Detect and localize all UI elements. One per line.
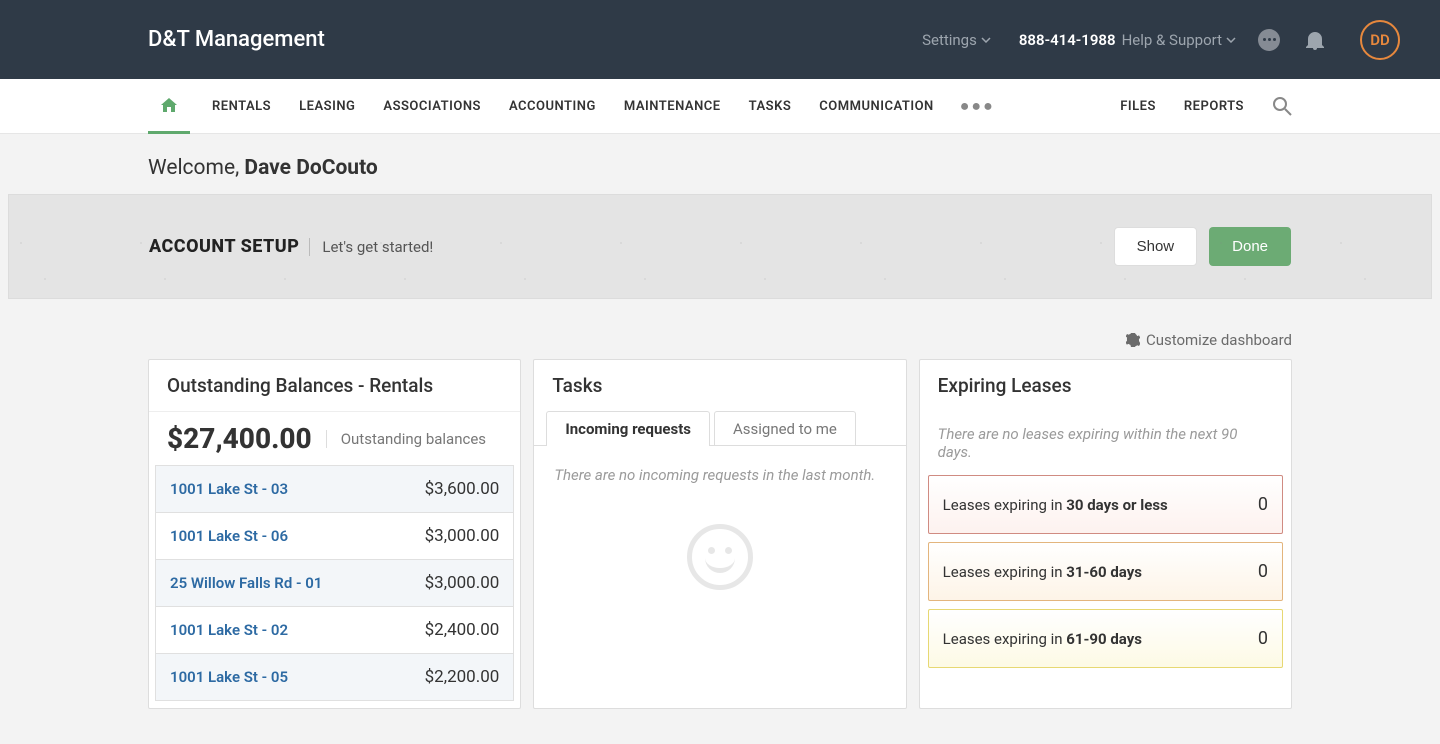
- outstanding-total: $27,400.00: [167, 422, 312, 455]
- nav-home[interactable]: [148, 79, 190, 134]
- outstanding-row[interactable]: 1001 Lake St - 05 $2,200.00: [155, 653, 514, 701]
- expiring-30-days[interactable]: Leases expiring in 30 days or less 0: [928, 475, 1283, 534]
- outstanding-row[interactable]: 1001 Lake St - 03 $3,600.00: [155, 465, 514, 513]
- card-title: Outstanding Balances - Rentals: [149, 360, 520, 412]
- home-icon: [161, 98, 177, 112]
- brand-title[interactable]: D&T Management: [148, 27, 325, 52]
- nav-reports[interactable]: REPORTS: [1184, 79, 1244, 134]
- welcome-username: Dave DoCouto: [244, 156, 377, 180]
- expiring-31-60-days[interactable]: Leases expiring in 31-60 days 0: [928, 542, 1283, 601]
- bell-icon[interactable]: [1302, 27, 1328, 53]
- chat-icon[interactable]: [1256, 27, 1282, 53]
- outstanding-label: Outstanding balances: [326, 430, 486, 448]
- card-title: Tasks: [534, 360, 905, 401]
- support-phone: 888-414-1988: [1019, 31, 1116, 49]
- nav-leasing[interactable]: LEASING: [285, 79, 369, 134]
- welcome-prefix: Welcome,: [148, 156, 244, 180]
- done-button[interactable]: Done: [1209, 227, 1291, 266]
- nav-tasks[interactable]: TASKS: [735, 79, 806, 134]
- row-address: 1001 Lake St - 05: [170, 668, 288, 686]
- row-amount: $3,600.00: [425, 479, 500, 499]
- nav-rentals[interactable]: RENTALS: [198, 79, 285, 134]
- top-header: D&T Management Settings 888-414-1988 Hel…: [0, 0, 1440, 79]
- main-nav: RENTALS LEASING ASSOCIATIONS ACCOUNTING …: [0, 79, 1440, 134]
- row-address: 1001 Lake St - 03: [170, 480, 288, 498]
- expiring-61-90-days[interactable]: Leases expiring in 61-90 days 0: [928, 609, 1283, 668]
- exp-label: Leases expiring in: [943, 563, 1067, 581]
- row-amount: $2,200.00: [425, 667, 500, 687]
- setup-subtitle: Let's get started!: [309, 238, 433, 256]
- avatar-initials: DD: [1370, 31, 1390, 49]
- nav-maintenance[interactable]: MAINTENANCE: [610, 79, 735, 134]
- exp-range: 31-60 days: [1066, 563, 1142, 581]
- card-title: Expiring Leases: [920, 360, 1291, 411]
- row-amount: $2,400.00: [425, 620, 500, 640]
- customize-dashboard-link[interactable]: Customize dashboard: [1126, 331, 1292, 349]
- tab-incoming-requests[interactable]: Incoming requests: [546, 411, 710, 446]
- nav-more-icon[interactable]: ●●●: [948, 96, 1007, 116]
- exp-range: 30 days or less: [1066, 496, 1167, 514]
- smile-icon: [687, 524, 753, 590]
- outstanding-list: 1001 Lake St - 03 $3,600.00 1001 Lake St …: [149, 465, 520, 708]
- tasks-card: Tasks Incoming requests Assigned to me T…: [533, 359, 906, 709]
- help-label: Help & Support: [1122, 31, 1222, 49]
- exp-count: 0: [1258, 494, 1268, 515]
- row-address: 1001 Lake St - 02: [170, 621, 288, 639]
- exp-count: 0: [1258, 561, 1268, 582]
- outstanding-row[interactable]: 1001 Lake St - 02 $2,400.00: [155, 606, 514, 654]
- user-avatar[interactable]: DD: [1360, 20, 1400, 60]
- customize-label: Customize dashboard: [1146, 331, 1292, 349]
- nav-associations[interactable]: ASSOCIATIONS: [369, 79, 495, 134]
- setup-title: ACCOUNT SETUP: [149, 236, 299, 257]
- nav-communication[interactable]: COMMUNICATION: [805, 79, 947, 134]
- gear-icon: [1126, 333, 1140, 347]
- row-amount: $3,000.00: [425, 526, 500, 546]
- row-address: 1001 Lake St - 06: [170, 527, 288, 545]
- exp-label: Leases expiring in: [943, 496, 1067, 514]
- search-icon[interactable]: [1272, 96, 1292, 116]
- settings-label: Settings: [922, 31, 977, 49]
- outstanding-row[interactable]: 25 Willow Falls Rd - 01 $3,000.00: [155, 559, 514, 607]
- exp-label: Leases expiring in: [943, 630, 1067, 648]
- settings-menu[interactable]: Settings: [922, 31, 991, 49]
- nav-files[interactable]: FILES: [1120, 79, 1156, 134]
- tasks-empty-message: There are no incoming requests in the la…: [554, 466, 875, 484]
- chevron-down-icon: [981, 37, 991, 43]
- exp-range: 61-90 days: [1066, 630, 1142, 648]
- exp-count: 0: [1258, 628, 1268, 649]
- outstanding-balances-card: Outstanding Balances - Rentals $27,400.0…: [148, 359, 521, 709]
- row-address: 25 Willow Falls Rd - 01: [170, 574, 322, 592]
- account-setup-banner: ACCOUNT SETUP Let's get started! Show Do…: [8, 194, 1432, 299]
- expiring-note: There are no leases expiring within the …: [920, 411, 1291, 471]
- chevron-down-icon: [1226, 37, 1236, 43]
- show-button[interactable]: Show: [1114, 227, 1198, 266]
- expiring-leases-card: Expiring Leases There are no leases expi…: [919, 359, 1292, 709]
- nav-accounting[interactable]: ACCOUNTING: [495, 79, 610, 134]
- tab-assigned-to-me[interactable]: Assigned to me: [714, 411, 856, 446]
- row-amount: $3,000.00: [425, 573, 500, 593]
- help-support-menu[interactable]: 888-414-1988 Help & Support: [1019, 31, 1236, 49]
- welcome-message: Welcome, Dave DoCouto: [0, 134, 1440, 194]
- outstanding-row[interactable]: 1001 Lake St - 06 $3,000.00: [155, 512, 514, 560]
